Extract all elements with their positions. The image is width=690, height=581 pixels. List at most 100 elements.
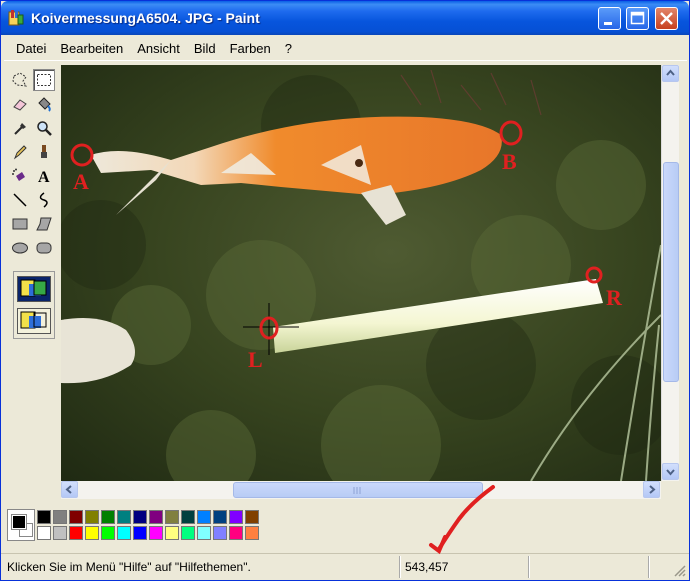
brush-tool[interactable] bbox=[33, 141, 55, 163]
color-swatch[interactable] bbox=[85, 510, 99, 524]
scroll-down-button[interactable] bbox=[662, 463, 679, 480]
airbrush-icon bbox=[12, 168, 25, 181]
paint-window: KoivermessungA6504. JPG - Paint Datei Be… bbox=[0, 0, 690, 581]
menu-help[interactable]: ? bbox=[279, 41, 298, 56]
close-button[interactable] bbox=[655, 7, 678, 30]
color-swatch[interactable] bbox=[101, 510, 115, 524]
koi-photo: A B R L bbox=[61, 65, 661, 481]
color-swatch[interactable] bbox=[133, 526, 147, 540]
paint-bucket-icon bbox=[38, 97, 51, 112]
pencil-icon bbox=[13, 145, 27, 160]
menu-bearbeiten[interactable]: Bearbeiten bbox=[54, 41, 129, 56]
current-colors[interactable] bbox=[7, 509, 35, 541]
color-swatch[interactable] bbox=[133, 510, 147, 524]
drawing-canvas[interactable]: A B R L bbox=[61, 65, 661, 481]
polygon-tool[interactable] bbox=[33, 213, 55, 235]
rectangle-icon bbox=[12, 218, 28, 230]
marker-label-a: A bbox=[73, 169, 89, 194]
rounded-rect-tool[interactable] bbox=[33, 237, 55, 259]
color-swatch[interactable] bbox=[101, 526, 115, 540]
magnifier-tool[interactable] bbox=[33, 117, 55, 139]
fill-tool[interactable] bbox=[33, 93, 55, 115]
color-swatch[interactable] bbox=[69, 510, 83, 524]
option-opaque[interactable] bbox=[17, 276, 51, 302]
color-swatch[interactable] bbox=[149, 510, 163, 524]
tool-options-box bbox=[13, 271, 55, 339]
color-swatch[interactable] bbox=[245, 526, 259, 540]
magnifier-icon bbox=[37, 121, 52, 136]
line-tool[interactable] bbox=[9, 189, 31, 211]
menu-datei[interactable]: Datei bbox=[10, 41, 52, 56]
color-swatch[interactable] bbox=[53, 526, 67, 540]
menu-farben[interactable]: Farben bbox=[224, 41, 277, 56]
option-transparent[interactable] bbox=[17, 308, 51, 334]
rect-select-icon bbox=[37, 74, 51, 86]
transparent-shapes-icon bbox=[20, 311, 47, 329]
color-swatch[interactable] bbox=[53, 510, 67, 524]
marker-label-r: R bbox=[606, 285, 623, 310]
foreground-color[interactable] bbox=[11, 514, 27, 530]
status-coordinates: 543,457 bbox=[405, 560, 449, 574]
vertical-scrollbar[interactable] bbox=[661, 65, 679, 481]
close-icon bbox=[660, 12, 673, 25]
status-divider bbox=[528, 556, 529, 578]
color-swatch[interactable] bbox=[165, 510, 179, 524]
minimize-icon bbox=[604, 22, 612, 25]
color-swatch[interactable] bbox=[213, 526, 227, 540]
color-swatch[interactable] bbox=[229, 526, 243, 540]
rounded-rect-icon bbox=[36, 242, 52, 254]
horizontal-scrollbar[interactable] bbox=[61, 481, 661, 499]
color-picker-tool[interactable] bbox=[9, 117, 31, 139]
rectangle-tool[interactable] bbox=[9, 213, 31, 235]
maximize-icon bbox=[630, 11, 645, 25]
color-swatch[interactable] bbox=[149, 526, 163, 540]
color-swatch[interactable] bbox=[197, 510, 211, 524]
resize-grip-icon[interactable] bbox=[673, 564, 687, 578]
arrow-down-icon bbox=[666, 469, 675, 476]
color-swatch[interactable] bbox=[165, 526, 179, 540]
svg-text:A: A bbox=[38, 169, 50, 185]
color-swatch[interactable] bbox=[37, 526, 51, 540]
title-bar[interactable]: KoivermessungA6504. JPG - Paint bbox=[1, 1, 689, 35]
pencil-tool[interactable] bbox=[9, 141, 31, 163]
menu-bild[interactable]: Bild bbox=[188, 41, 222, 56]
color-swatch[interactable] bbox=[197, 526, 211, 540]
ellipse-icon bbox=[12, 242, 28, 254]
minimize-button[interactable] bbox=[598, 7, 621, 30]
color-swatch[interactable] bbox=[117, 510, 131, 524]
menu-ansicht[interactable]: Ansicht bbox=[131, 41, 186, 56]
annotation-arrow bbox=[429, 485, 495, 555]
eraser-tool[interactable] bbox=[9, 93, 31, 115]
color-swatch[interactable] bbox=[85, 526, 99, 540]
color-swatch[interactable] bbox=[117, 526, 131, 540]
curve-tool[interactable] bbox=[33, 189, 55, 211]
eraser-icon bbox=[13, 99, 27, 111]
marker-label-b: B bbox=[502, 149, 517, 174]
line-icon bbox=[13, 193, 27, 207]
menu-bar: Datei Bearbeiten Ansicht Bild Farben ? bbox=[4, 37, 687, 61]
toolbox: A bbox=[5, 65, 59, 501]
rect-select-tool[interactable] bbox=[33, 69, 55, 91]
color-swatch[interactable] bbox=[69, 526, 83, 540]
color-swatch[interactable] bbox=[213, 510, 227, 524]
color-palette bbox=[5, 507, 305, 545]
maximize-button[interactable] bbox=[626, 7, 649, 30]
scroll-left-button[interactable] bbox=[61, 481, 78, 498]
color-swatch[interactable] bbox=[245, 510, 259, 524]
scroll-right-button[interactable] bbox=[643, 481, 660, 498]
scroll-up-button[interactable] bbox=[662, 65, 679, 82]
color-swatch[interactable] bbox=[229, 510, 243, 524]
paint-app-icon[interactable] bbox=[7, 9, 25, 27]
arrow-right-icon bbox=[649, 485, 656, 494]
marker-label-l: L bbox=[248, 347, 263, 372]
free-select-tool[interactable] bbox=[9, 69, 31, 91]
color-swatch[interactable] bbox=[181, 510, 195, 524]
color-swatch[interactable] bbox=[37, 510, 51, 524]
brush-icon bbox=[41, 145, 47, 158]
arrow-up-icon bbox=[666, 69, 675, 76]
ellipse-tool[interactable] bbox=[9, 237, 31, 259]
airbrush-tool[interactable] bbox=[9, 165, 31, 187]
vertical-scroll-thumb[interactable] bbox=[663, 162, 679, 382]
text-tool[interactable]: A bbox=[33, 165, 55, 187]
color-swatch[interactable] bbox=[181, 526, 195, 540]
